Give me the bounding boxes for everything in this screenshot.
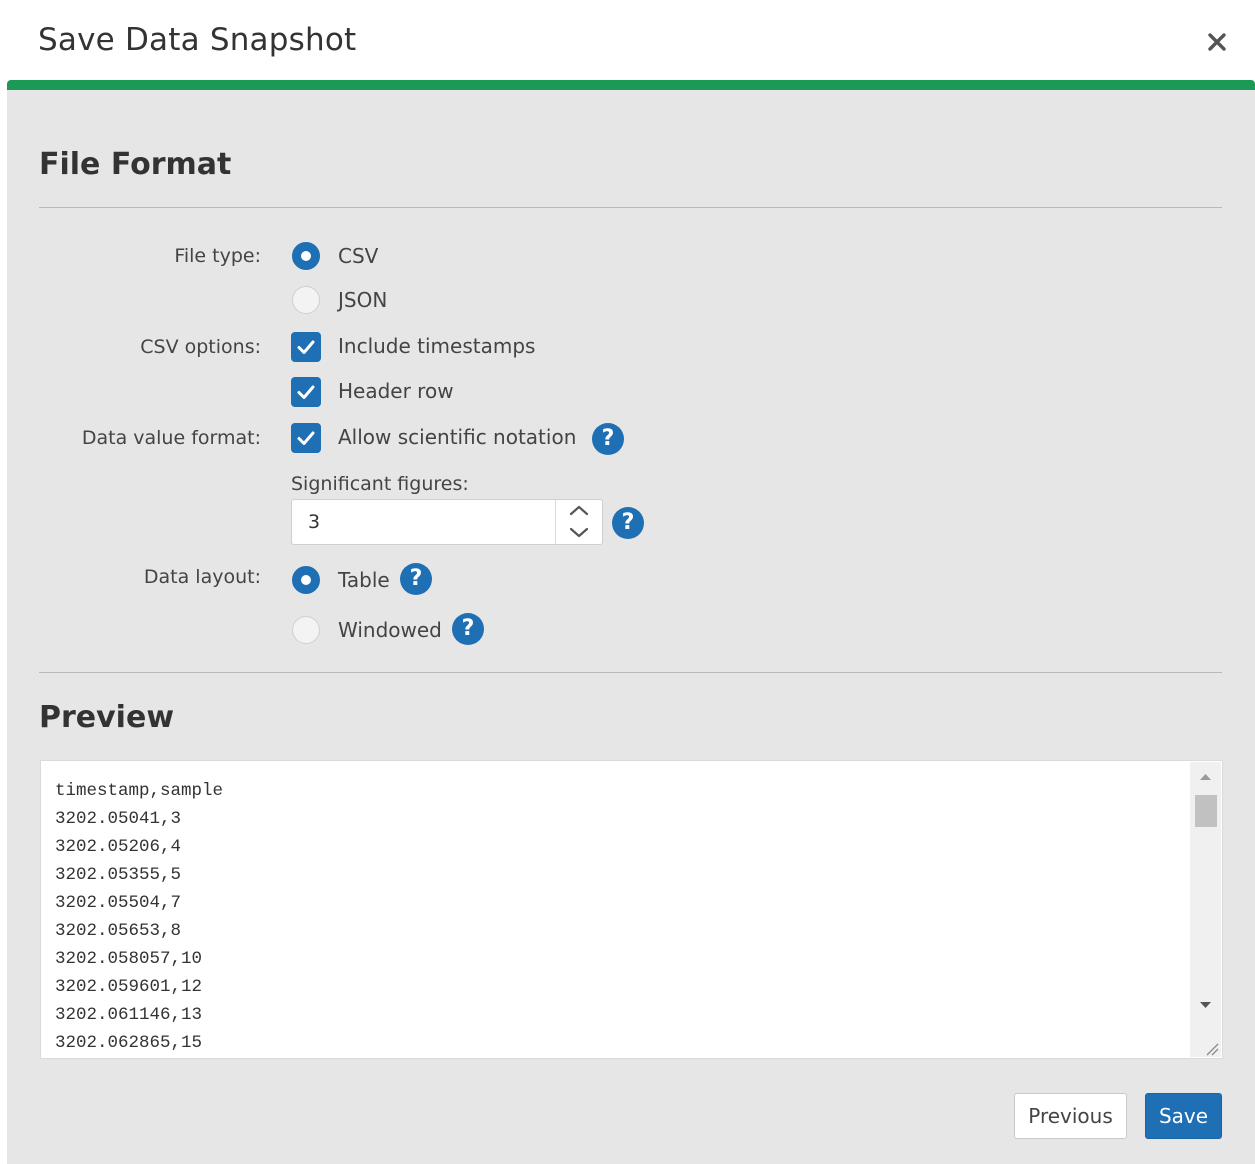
header-row-label[interactable]: Header row [338,379,454,403]
significant-figures-input[interactable]: 3 [291,499,603,545]
data-layout-table-radio[interactable] [292,566,320,594]
scroll-thumb[interactable] [1195,795,1217,827]
chevron-up-icon [569,505,589,516]
file-type-csv-radio[interactable] [292,242,320,270]
section-divider [39,672,1222,673]
scroll-down-arrow-icon [1200,1002,1211,1008]
header-row-checkbox[interactable] [291,377,321,407]
file-type-csv-label[interactable]: CSV [338,244,378,268]
data-layout-table-label[interactable]: Table [338,568,390,592]
include-timestamps-label[interactable]: Include timestamps [338,334,535,358]
scientific-notation-label[interactable]: Allow scientific notation [338,425,576,449]
data-layout-label: Data layout: [143,566,261,588]
file-type-json-radio[interactable] [292,286,320,314]
significant-figures-label: Significant figures: [291,473,469,495]
dialog-title: Save Data Snapshot [38,22,357,58]
preview-content: timestamp,sample 3202.05041,3 3202.05206… [55,781,224,1053]
file-type-json-label[interactable]: JSON [338,288,387,312]
scientific-notation-checkbox[interactable] [291,423,321,453]
scroll-up-button[interactable] [1190,762,1221,790]
section-divider [39,207,1222,208]
checkmark-icon [297,431,315,445]
resize-grip-icon[interactable] [1203,1040,1219,1056]
previous-button[interactable]: Previous [1014,1093,1127,1139]
file-type-label: File type: [174,245,261,267]
chevron-down-icon [569,527,589,538]
preview-textarea[interactable]: timestamp,sample 3202.05041,3 3202.05206… [40,760,1223,1059]
data-value-format-label: Data value format: [81,427,261,449]
checkmark-icon [297,340,315,354]
scroll-up-arrow-icon [1200,774,1211,780]
significant-figures-value[interactable]: 3 [308,511,320,533]
data-layout-windowed-label[interactable]: Windowed [338,618,442,642]
scientific-notation-help-icon[interactable]: ? [592,423,624,455]
close-button[interactable] [1200,24,1236,60]
preview-scrollbar[interactable] [1190,762,1221,1057]
windowed-layout-help-icon[interactable]: ? [452,613,484,645]
stepper-up-button[interactable] [556,500,602,522]
file-format-heading: File Format [39,147,232,182]
significant-figures-stepper [555,500,602,544]
close-icon [1208,33,1226,51]
dialog-header: Save Data Snapshot [0,0,1255,80]
csv-options-label: CSV options: [140,336,261,358]
include-timestamps-checkbox[interactable] [291,332,321,362]
header-accent-bar [7,80,1255,90]
table-layout-help-icon[interactable]: ? [400,563,432,595]
data-layout-windowed-radio[interactable] [292,616,320,644]
save-button[interactable]: Save [1145,1093,1222,1139]
scroll-down-button[interactable] [1190,990,1221,1020]
checkmark-icon [297,385,315,399]
stepper-down-button[interactable] [556,522,602,544]
preview-heading: Preview [39,700,175,735]
significant-figures-help-icon[interactable]: ? [612,507,644,539]
save-data-snapshot-dialog: Save Data Snapshot File Format File type… [0,0,1255,1164]
